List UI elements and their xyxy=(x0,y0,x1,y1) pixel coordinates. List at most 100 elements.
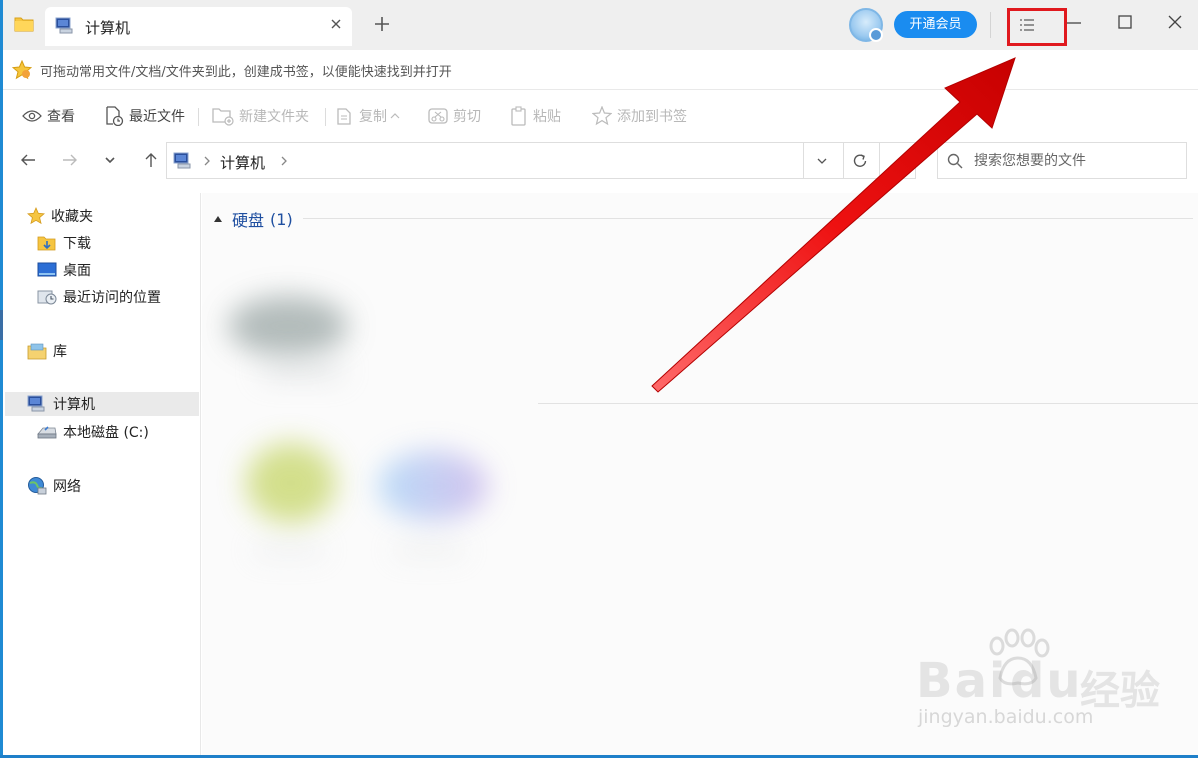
copy-button[interactable]: 复制 xyxy=(336,105,405,127)
watermark: Bai du 经验 jingyan.baidu.com xyxy=(912,628,1172,738)
chevron-down-icon[interactable] xyxy=(814,153,830,169)
new-folder-button[interactable]: 新建文件夹 xyxy=(212,105,309,127)
sidebar-item-label: 最近访问的位置 xyxy=(63,290,161,306)
sidebar-item-recent-places[interactable]: 最近访问的位置 xyxy=(37,285,161,309)
window-left-edge xyxy=(0,0,3,758)
chevron-right-icon[interactable] xyxy=(202,155,212,167)
sidebar-item-desktop[interactable]: 桌面 xyxy=(37,258,91,282)
sidebar-item-label: 桌面 xyxy=(63,263,91,279)
recent-files-label: 最近文件 xyxy=(129,109,185,125)
sidebar-item-downloads[interactable]: 下载 xyxy=(37,231,91,255)
section-divider xyxy=(538,403,1198,404)
history-dropdown-icon[interactable] xyxy=(101,151,119,169)
tab-computer[interactable]: 计算机 xyxy=(45,7,352,46)
blurred-label xyxy=(262,363,342,377)
forward-arrow-icon[interactable] xyxy=(61,151,79,169)
breadcrumb-computer[interactable]: 计算机 xyxy=(220,152,265,173)
recent-file-icon xyxy=(106,106,124,126)
up-arrow-icon[interactable] xyxy=(142,151,160,169)
new-folder-icon xyxy=(212,108,234,126)
blurred-label xyxy=(254,545,324,555)
blurred-drive-tile[interactable] xyxy=(228,296,348,356)
file-manager-window: 计算机 开通会员 可拖动常用文件/文档/文件夹到此，创建成书签，以便能快速找到并… xyxy=(0,0,1198,758)
divider xyxy=(843,143,844,178)
navigation-row: 计算机 xyxy=(0,140,1198,182)
back-arrow-icon[interactable] xyxy=(19,151,37,169)
bookmark-star-icon xyxy=(12,60,32,80)
add-bookmark-button[interactable]: 添加到书签 xyxy=(592,105,687,127)
group-title: 硬盘 xyxy=(232,211,265,230)
group-divider xyxy=(303,218,1193,219)
scissors-icon xyxy=(428,108,448,124)
toolbar-divider xyxy=(325,108,326,126)
sidebar-item-label: 下载 xyxy=(63,236,91,252)
refresh-icon[interactable] xyxy=(851,152,869,170)
group-header-hard-disks[interactable]: 硬盘 (1) xyxy=(214,207,293,231)
network-globe-icon xyxy=(28,477,47,495)
hard-drive-icon xyxy=(37,426,57,439)
recent-files-button[interactable]: 最近文件 xyxy=(104,105,185,127)
clipboard-icon xyxy=(511,106,526,126)
computer-icon xyxy=(27,395,45,412)
computer-icon xyxy=(173,152,191,169)
blurred-tile[interactable] xyxy=(246,443,336,523)
divider xyxy=(990,12,991,38)
menu-list-icon xyxy=(1020,19,1034,31)
library-icon xyxy=(27,343,47,360)
chevron-right-icon[interactable] xyxy=(279,155,289,167)
tab-close-icon[interactable] xyxy=(328,16,344,32)
sidebar-item-computer[interactable]: 计算机 xyxy=(5,392,199,416)
tab-title: 计算机 xyxy=(85,19,131,37)
maximize-icon[interactable] xyxy=(1116,13,1134,31)
sidebar-item-local-disk[interactable]: 本地磁盘 (C:) xyxy=(37,420,149,444)
bookmark-bar[interactable]: 可拖动常用文件/文档/文件夹到此，创建成书签，以便能快速找到并打开 xyxy=(0,50,1198,90)
watermark-url: jingyan.baidu.com xyxy=(918,706,1094,728)
toolbar: 查看 最近文件 新建文件夹 复制 剪切 粘贴 添加到书签 xyxy=(0,91,1198,139)
star-icon xyxy=(27,207,45,225)
copy-icon xyxy=(337,108,351,125)
search-input[interactable] xyxy=(974,151,1174,171)
blurred-label xyxy=(394,545,464,555)
view-button[interactable]: 查看 xyxy=(22,105,75,127)
new-tab-plus-icon[interactable] xyxy=(372,14,392,34)
sidebar-item-label: 库 xyxy=(53,344,67,360)
eye-icon xyxy=(22,110,42,122)
add-bookmark-label: 添加到书签 xyxy=(617,109,687,125)
user-avatar[interactable] xyxy=(849,8,883,42)
cut-button[interactable]: 剪切 xyxy=(428,105,481,127)
search-box[interactable] xyxy=(937,142,1187,179)
main-menu-button[interactable] xyxy=(1007,8,1067,46)
sidebar: 收藏夹 下载 桌面 最近访问的位置 库 计算机 本地磁盘 (C:) 网络 xyxy=(3,193,201,755)
sidebar-item-network[interactable]: 网络 xyxy=(27,474,81,498)
divider xyxy=(879,143,880,178)
recent-places-icon xyxy=(37,290,57,305)
close-window-icon[interactable] xyxy=(1166,13,1184,31)
group-count: (1) xyxy=(270,209,293,229)
copy-label: 复制 xyxy=(359,109,387,125)
blurred-tile[interactable] xyxy=(378,451,488,521)
bookmark-hint-text: 可拖动常用文件/文档/文件夹到此，创建成书签，以便能快速找到并打开 xyxy=(40,65,452,80)
address-bar[interactable]: 计算机 xyxy=(166,142,916,179)
view-label: 查看 xyxy=(47,109,75,125)
minimize-icon[interactable] xyxy=(1065,13,1083,31)
sidebar-item-favorites[interactable]: 收藏夹 xyxy=(27,204,93,228)
sidebar-item-label: 网络 xyxy=(53,479,81,495)
cut-label: 剪切 xyxy=(453,109,481,125)
sidebar-item-label: 本地磁盘 (C:) xyxy=(63,425,149,441)
download-folder-icon xyxy=(37,236,56,251)
collapse-triangle-icon[interactable] xyxy=(214,216,222,222)
sidebar-item-label: 计算机 xyxy=(53,397,95,413)
divider xyxy=(803,143,804,178)
search-icon xyxy=(947,153,963,169)
paste-label: 粘贴 xyxy=(533,109,561,125)
paste-button[interactable]: 粘贴 xyxy=(510,105,561,127)
vip-button[interactable]: 开通会员 xyxy=(894,11,977,38)
chevron-up-icon[interactable] xyxy=(390,112,400,120)
folder-icon[interactable] xyxy=(14,16,34,32)
sidebar-item-label: 收藏夹 xyxy=(51,209,93,225)
desktop-icon xyxy=(37,262,57,277)
watermark-brand: Bai xyxy=(916,653,1008,709)
watermark-brand-suffix: du xyxy=(1010,653,1083,709)
star-add-icon xyxy=(592,106,612,126)
sidebar-item-library[interactable]: 库 xyxy=(27,339,67,363)
